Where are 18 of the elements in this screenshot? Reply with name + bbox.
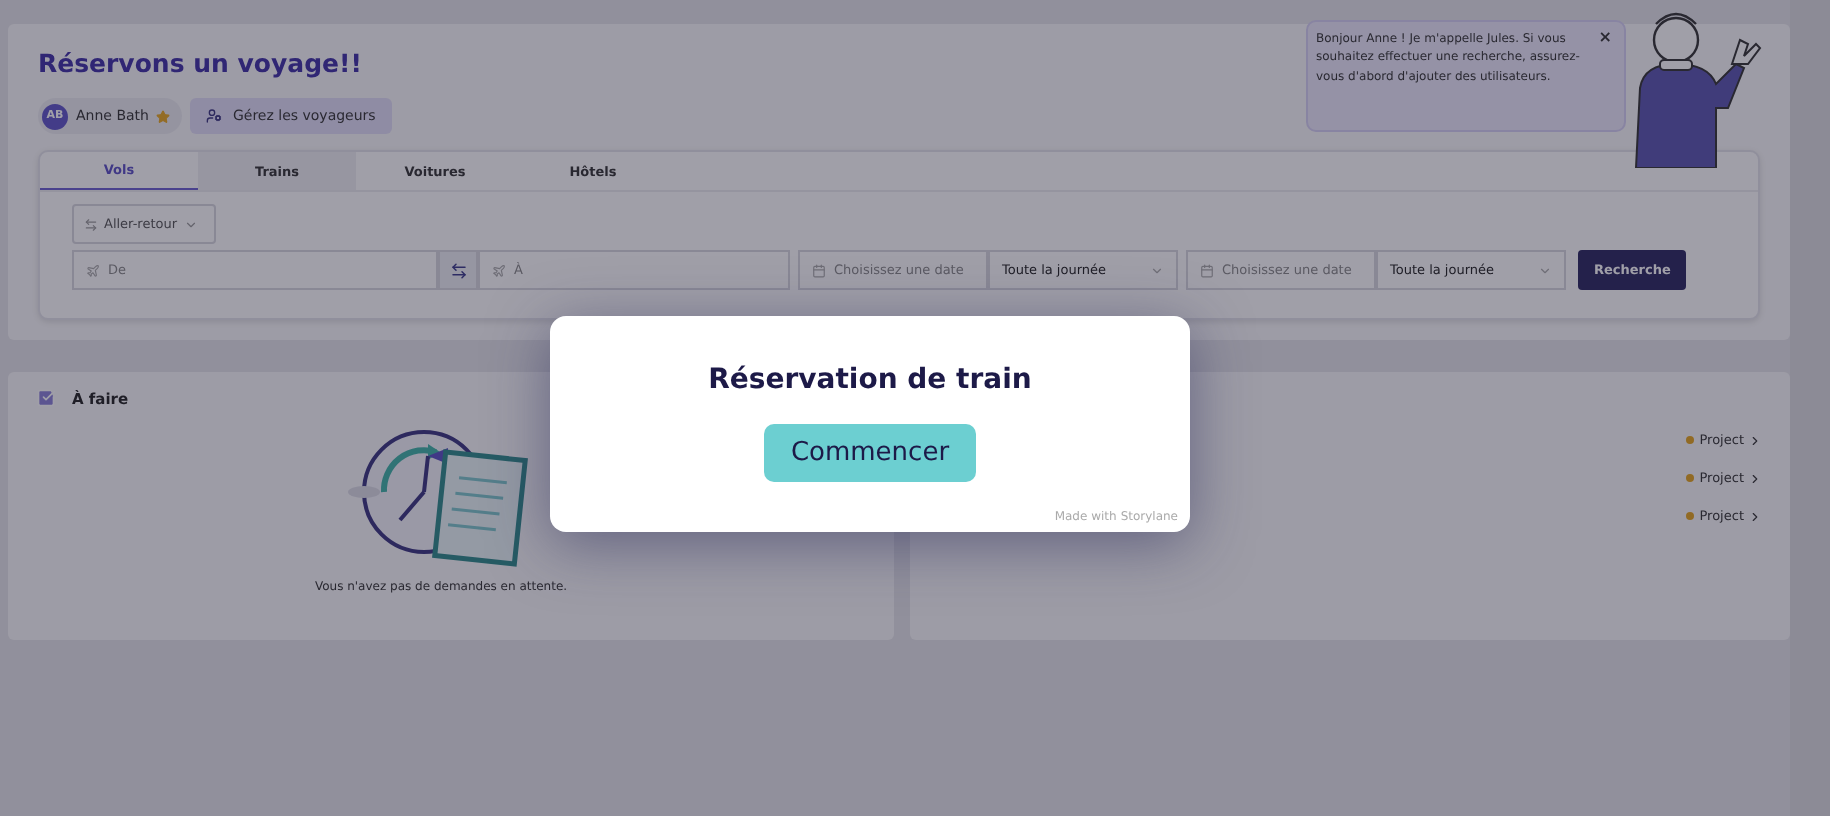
chevron-right-icon — [1748, 471, 1762, 485]
checkbox-icon — [36, 388, 56, 408]
chevron-down-icon — [1538, 263, 1552, 277]
modal-title: Réservation de train — [708, 364, 1032, 396]
calendar-icon — [812, 263, 826, 277]
chevron-down-icon — [183, 217, 198, 231]
close-button[interactable]: × — [1598, 26, 1612, 51]
swap-icon[interactable] — [438, 250, 478, 290]
user-gear-icon — [206, 108, 223, 124]
plane-icon — [492, 263, 506, 277]
chevron-right-icon — [1748, 509, 1762, 523]
chevron-right-icon — [1748, 433, 1762, 447]
plane-icon — [86, 263, 100, 277]
page-title: Réservons un voyage!! — [38, 48, 362, 78]
calendar-icon — [1200, 263, 1214, 277]
swap-arrows-icon — [84, 217, 98, 231]
chevron-down-icon — [1150, 263, 1164, 277]
start-button[interactable]: Commencer — [764, 424, 976, 482]
